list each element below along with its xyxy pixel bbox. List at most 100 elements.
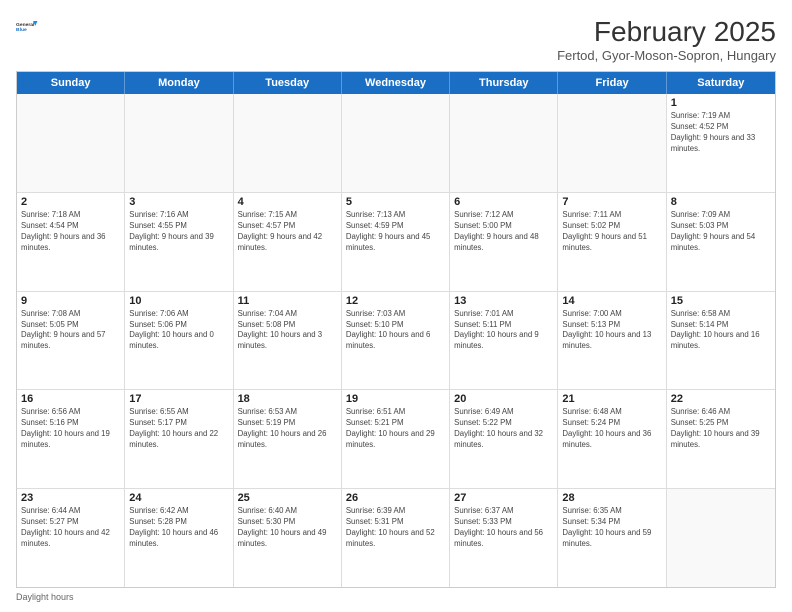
- day-number: 8: [671, 196, 771, 208]
- calendar-row: 1 Sunrise: 7:19 AM Sunset: 4:52 PM Daylig…: [17, 94, 775, 193]
- calendar-cell: 3Sunrise: 7:16 AM Sunset: 4:55 PM Daylig…: [125, 193, 233, 291]
- calendar-cell: [234, 94, 342, 192]
- day-info: Sunrise: 7:11 AM Sunset: 5:02 PM Dayligh…: [562, 210, 661, 254]
- calendar-row: 16 Sunrise: 6:56 AM Sunset: 5:16 PM Dayli…: [17, 390, 775, 489]
- day-number: 12: [346, 295, 445, 307]
- calendar-cell: 12 Sunrise: 7:03 AM Sunset: 5:10 PM Dayli…: [342, 292, 450, 390]
- calendar-cell: 11 Sunrise: 7:04 AM Sunset: 5:08 PM Dayli…: [234, 292, 342, 390]
- day-number: 27: [454, 492, 553, 504]
- day-number: 23: [21, 492, 120, 504]
- day-info: Sunrise: 6:56 AM Sunset: 5:16 PM Dayligh…: [21, 407, 120, 451]
- day-info: Sunrise: 6:48 AM Sunset: 5:24 PM Dayligh…: [562, 407, 661, 451]
- day-number: 6: [454, 196, 553, 208]
- day-number: 14: [562, 295, 661, 307]
- calendar-cell: 26 Sunrise: 6:39 AM Sunset: 5:31 PM Dayli…: [342, 489, 450, 587]
- day-number: 7: [562, 196, 661, 208]
- calendar-cell: 25Sunrise: 6:40 AM Sunset: 5:30 PM Dayli…: [234, 489, 342, 587]
- day-number: 28: [562, 492, 661, 504]
- day-number: 9: [21, 295, 120, 307]
- calendar-body: 1 Sunrise: 7:19 AM Sunset: 4:52 PM Daylig…: [17, 94, 775, 587]
- header-sunday: Sunday: [17, 72, 125, 94]
- day-number: 26: [346, 492, 445, 504]
- calendar-cell: [667, 489, 775, 587]
- day-number: 13: [454, 295, 553, 307]
- calendar-cell: 22 Sunrise: 6:46 AM Sunset: 5:25 PM Dayli…: [667, 390, 775, 488]
- day-info: Sunrise: 6:51 AM Sunset: 5:21 PM Dayligh…: [346, 407, 445, 451]
- calendar-cell: 17 Sunrise: 6:55 AM Sunset: 5:17 PM Dayli…: [125, 390, 233, 488]
- header-monday: Monday: [125, 72, 233, 94]
- day-info: Sunrise: 7:09 AM Sunset: 5:03 PM Dayligh…: [671, 210, 771, 254]
- day-info: Sunrise: 6:58 AM Sunset: 5:14 PM Dayligh…: [671, 309, 771, 353]
- logo: GeneralBlue: [16, 16, 38, 38]
- day-info: Sunrise: 7:08 AM Sunset: 5:05 PM Dayligh…: [21, 309, 120, 353]
- calendar-row: 23 Sunrise: 6:44 AM Sunset: 5:27 PM Dayli…: [17, 489, 775, 587]
- header-tuesday: Tuesday: [234, 72, 342, 94]
- subtitle: Fertod, Gyor-Moson-Sopron, Hungary: [557, 48, 776, 63]
- calendar-cell: 18 Sunrise: 6:53 AM Sunset: 5:19 PM Dayli…: [234, 390, 342, 488]
- calendar-cell: 16 Sunrise: 6:56 AM Sunset: 5:16 PM Dayli…: [17, 390, 125, 488]
- day-number: 11: [238, 295, 337, 307]
- header: GeneralBlue February 2025 Fertod, Gyor-M…: [16, 16, 776, 63]
- header-wednesday: Wednesday: [342, 72, 450, 94]
- day-number: 22: [671, 393, 771, 405]
- calendar-cell: [17, 94, 125, 192]
- calendar-cell: 7 Sunrise: 7:11 AM Sunset: 5:02 PM Daylig…: [558, 193, 666, 291]
- day-info: Sunrise: 7:04 AM Sunset: 5:08 PM Dayligh…: [238, 309, 337, 353]
- day-info: Sunrise: 7:12 AM Sunset: 5:00 PM Dayligh…: [454, 210, 553, 254]
- calendar-cell: 10Sunrise: 7:06 AM Sunset: 5:06 PM Dayli…: [125, 292, 233, 390]
- calendar-cell: [125, 94, 233, 192]
- header-thursday: Thursday: [450, 72, 558, 94]
- day-number: 19: [346, 393, 445, 405]
- day-number: 10: [129, 295, 228, 307]
- day-number: 17: [129, 393, 228, 405]
- day-info: Sunrise: 6:40 AM Sunset: 5:30 PM Dayligh…: [238, 506, 337, 550]
- day-number: 2: [21, 196, 120, 208]
- day-number: 15: [671, 295, 771, 307]
- calendar-cell: 28 Sunrise: 6:35 AM Sunset: 5:34 PM Dayli…: [558, 489, 666, 587]
- day-info: Sunrise: 7:00 AM Sunset: 5:13 PM Dayligh…: [562, 309, 661, 353]
- day-number: 24: [129, 492, 228, 504]
- day-info: Sunrise: 6:39 AM Sunset: 5:31 PM Dayligh…: [346, 506, 445, 550]
- day-info: Sunrise: 6:46 AM Sunset: 5:25 PM Dayligh…: [671, 407, 771, 451]
- calendar-cell: 13 Sunrise: 7:01 AM Sunset: 5:11 PM Dayli…: [450, 292, 558, 390]
- footer-note: Daylight hours: [16, 592, 776, 602]
- calendar-cell: 5Sunrise: 7:13 AM Sunset: 4:59 PM Daylig…: [342, 193, 450, 291]
- day-info: Sunrise: 6:44 AM Sunset: 5:27 PM Dayligh…: [21, 506, 120, 550]
- calendar-cell: 20 Sunrise: 6:49 AM Sunset: 5:22 PM Dayli…: [450, 390, 558, 488]
- day-number: 1: [671, 97, 771, 109]
- calendar-cell: 9 Sunrise: 7:08 AM Sunset: 5:05 PM Daylig…: [17, 292, 125, 390]
- svg-text:Blue: Blue: [16, 27, 27, 33]
- day-number: 3: [129, 196, 228, 208]
- day-info: Sunrise: 7:15 AM Sunset: 4:57 PM Dayligh…: [238, 210, 337, 254]
- svg-text:General: General: [16, 22, 35, 28]
- day-info: Sunrise: 6:37 AM Sunset: 5:33 PM Dayligh…: [454, 506, 553, 550]
- calendar-cell: 23 Sunrise: 6:44 AM Sunset: 5:27 PM Dayli…: [17, 489, 125, 587]
- header-friday: Friday: [558, 72, 666, 94]
- day-info: Sunrise: 7:01 AM Sunset: 5:11 PM Dayligh…: [454, 309, 553, 353]
- day-number: 5: [346, 196, 445, 208]
- calendar-row: 2Sunrise: 7:18 AM Sunset: 4:54 PM Daylig…: [17, 193, 775, 292]
- day-info: Sunrise: 6:35 AM Sunset: 5:34 PM Dayligh…: [562, 506, 661, 550]
- day-number: 21: [562, 393, 661, 405]
- day-info: Sunrise: 6:53 AM Sunset: 5:19 PM Dayligh…: [238, 407, 337, 451]
- calendar: Sunday Monday Tuesday Wednesday Thursday…: [16, 71, 776, 588]
- day-info: Sunrise: 7:19 AM Sunset: 4:52 PM Dayligh…: [671, 111, 771, 155]
- page: GeneralBlue February 2025 Fertod, Gyor-M…: [0, 0, 792, 612]
- day-number: 16: [21, 393, 120, 405]
- calendar-cell: [342, 94, 450, 192]
- day-number: 4: [238, 196, 337, 208]
- calendar-cell: [450, 94, 558, 192]
- calendar-cell: 21 Sunrise: 6:48 AM Sunset: 5:24 PM Dayli…: [558, 390, 666, 488]
- day-info: Sunrise: 7:03 AM Sunset: 5:10 PM Dayligh…: [346, 309, 445, 353]
- logo-icon: GeneralBlue: [16, 16, 38, 38]
- calendar-cell: [558, 94, 666, 192]
- calendar-cell: 27 Sunrise: 6:37 AM Sunset: 5:33 PM Dayli…: [450, 489, 558, 587]
- day-info: Sunrise: 6:55 AM Sunset: 5:17 PM Dayligh…: [129, 407, 228, 451]
- calendar-cell: 15 Sunrise: 6:58 AM Sunset: 5:14 PM Dayli…: [667, 292, 775, 390]
- header-saturday: Saturday: [667, 72, 775, 94]
- day-number: 20: [454, 393, 553, 405]
- calendar-cell: 8 Sunrise: 7:09 AM Sunset: 5:03 PM Daylig…: [667, 193, 775, 291]
- day-number: 18: [238, 393, 337, 405]
- title-section: February 2025 Fertod, Gyor-Moson-Sopron,…: [557, 16, 776, 63]
- day-info: Sunrise: 6:49 AM Sunset: 5:22 PM Dayligh…: [454, 407, 553, 451]
